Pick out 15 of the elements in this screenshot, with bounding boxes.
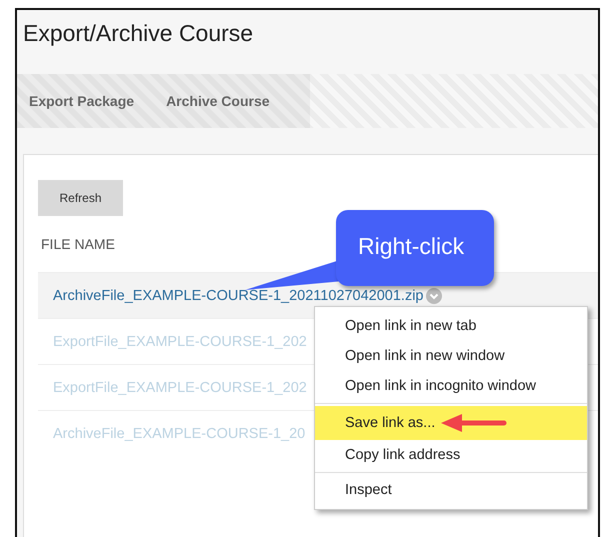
chevron-icon[interactable] (426, 288, 442, 304)
callout-text: Right-click (358, 233, 464, 260)
arrow-icon (441, 414, 508, 432)
refresh-button[interactable]: Refresh (38, 180, 123, 216)
menu-item[interactable]: Copy link address (315, 440, 587, 470)
menu-item[interactable]: Open link in new tab (315, 311, 587, 341)
menu-item[interactable]: Open link in new window (315, 341, 587, 371)
menu-item[interactable]: Save link as... (315, 406, 587, 440)
tab[interactable]: Archive Course (154, 93, 282, 109)
tab[interactable]: Export Package (17, 93, 146, 109)
column-header: FILE NAME (41, 236, 115, 254)
menu-item[interactable]: Open link in incognito window (315, 371, 587, 401)
menu-item[interactable]: Inspect (315, 475, 587, 505)
page-title: Export/Archive Course (22, 19, 254, 48)
file-link[interactable]: ArchiveFile_EXAMPLE-COURSE-1_20211027042001.zip (53, 288, 424, 304)
